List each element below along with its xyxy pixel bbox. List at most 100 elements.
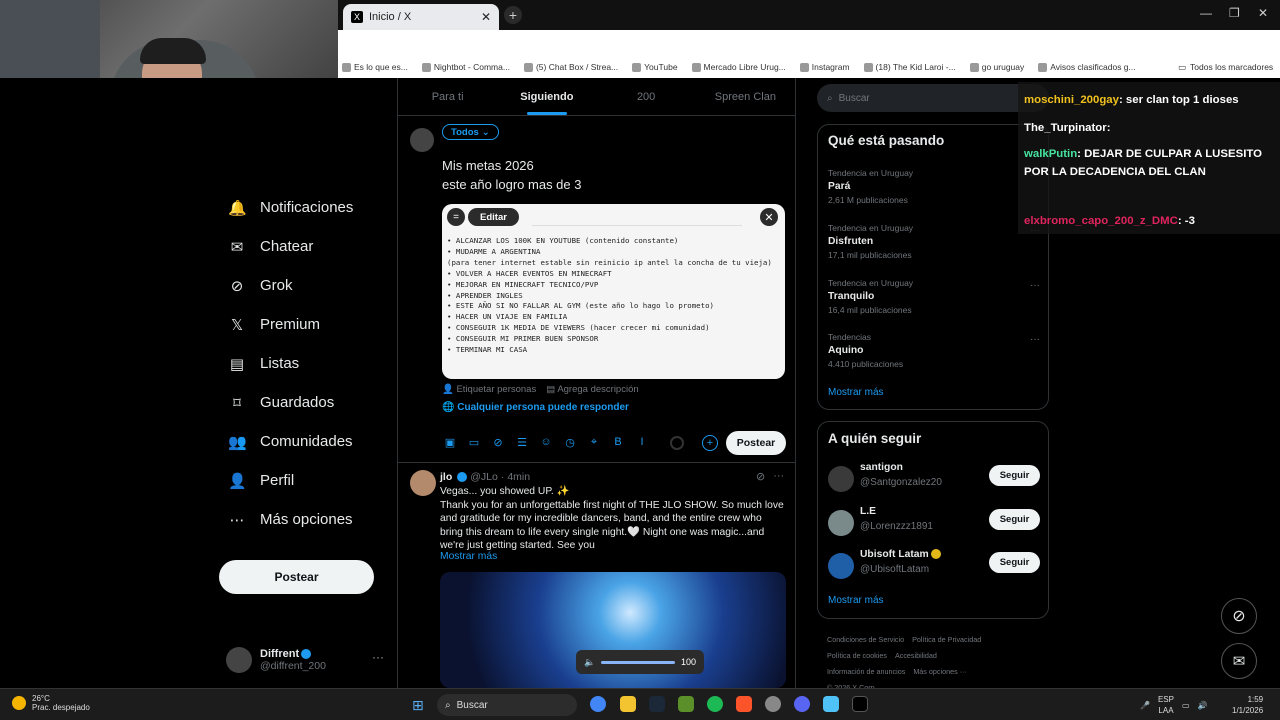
bookmark-item[interactable]: Es lo que es... xyxy=(342,62,408,72)
more-icon[interactable]: ··· xyxy=(1030,334,1040,345)
maximize-icon[interactable]: ❐ xyxy=(1229,6,1240,20)
footer-link[interactable]: Condiciones de Servicio xyxy=(827,635,904,644)
nav-item-notificaciones[interactable]: 🔔 Notificaciones xyxy=(210,188,390,227)
new-tab-button[interactable]: + xyxy=(504,6,522,24)
bookmark-item[interactable]: Mercado Libre Urug... xyxy=(691,62,786,72)
timeline-tab[interactable]: Para ti xyxy=(398,78,497,115)
post-button[interactable]: Postear xyxy=(726,431,786,455)
follow-show-more[interactable]: Mostrar más xyxy=(828,595,884,606)
audience-selector[interactable]: Todos ⌄ xyxy=(442,124,499,140)
grok-float-button[interactable]: ⊘ xyxy=(1221,598,1257,634)
image-menu-button[interactable]: = xyxy=(447,208,465,226)
search-input[interactable]: ⌕ Buscar xyxy=(817,84,1049,112)
trend-item[interactable]: Tendencia en Uruguay Disfruten 17,1 mil pu… xyxy=(828,223,1040,260)
trends-show-more[interactable]: Mostrar más xyxy=(828,387,884,398)
x-app-icon[interactable] xyxy=(852,696,868,712)
grok-icon[interactable]: ⊘ xyxy=(490,436,506,449)
nav-item-perfil[interactable]: 👤 Perfil xyxy=(210,461,390,500)
trend-item[interactable]: Tendencia en Uruguay Pará 2,61 M publicaci… xyxy=(828,168,1040,205)
italic-icon[interactable]: I xyxy=(634,436,650,449)
steam-icon[interactable] xyxy=(649,696,665,712)
bookmark-item[interactable]: (18) The Kid Laroi -... xyxy=(863,62,956,72)
account-switcher[interactable]: Diffrent @diffrent_200 ··· xyxy=(226,642,386,678)
edit-image-button[interactable]: Editar xyxy=(468,208,519,226)
follow-suggestion[interactable]: Ubisoft Latam @UbisoftLatam Seguir xyxy=(828,549,1040,585)
follow-suggestion[interactable]: santigon @Santgonzalez20 Seguir xyxy=(828,462,1040,498)
close-tab-icon[interactable]: ✕ xyxy=(481,10,491,24)
mic-icon[interactable]: 🎤 xyxy=(1140,701,1150,710)
nav-item-guardados[interactable]: ⌑ Guardados xyxy=(210,383,390,422)
emoji-icon[interactable]: ☺ xyxy=(538,436,554,449)
avatar[interactable] xyxy=(828,553,854,579)
file-explorer-icon[interactable] xyxy=(620,696,636,712)
chrome-icon[interactable] xyxy=(590,696,606,712)
footer-link[interactable]: Política de Privacidad xyxy=(912,635,981,644)
more-icon[interactable]: ··· xyxy=(1030,280,1040,291)
follow-button[interactable]: Seguir xyxy=(989,509,1040,530)
messages-float-button[interactable]: ✉ xyxy=(1221,643,1257,679)
composer-input[interactable]: Mis metas 2026 este año logro mas de 3 xyxy=(442,156,581,194)
nav-item-más-opciones[interactable]: ⋯ Más opciones xyxy=(210,500,390,539)
footer-link[interactable]: Política de cookies xyxy=(827,651,887,660)
tweet-avatar[interactable] xyxy=(410,470,436,496)
volume-icon[interactable]: 🔊 xyxy=(1198,701,1208,710)
tweet-time[interactable]: 4min xyxy=(507,471,530,483)
bookmark-item[interactable]: Nightbot - Comma... xyxy=(421,62,510,72)
avatar[interactable] xyxy=(828,510,854,536)
trend-item[interactable]: Tendencias Aquino 4.410 publicaciones ··· xyxy=(828,332,1040,369)
spotify-icon[interactable] xyxy=(707,696,723,712)
address-bar[interactable] xyxy=(338,30,1280,56)
follow-button[interactable]: Seguir xyxy=(989,552,1040,573)
nav-item-premium[interactable]: 𝕏 Premium xyxy=(210,305,390,344)
footer-link[interactable]: Información de anuncios xyxy=(827,667,905,676)
nav-item-listas[interactable]: ▤ Listas xyxy=(210,344,390,383)
nav-item-comunidades[interactable]: 👥 Comunidades xyxy=(210,422,390,461)
discord-icon[interactable] xyxy=(794,696,810,712)
taskbar-search[interactable]: ⌕ Buscar xyxy=(437,694,577,716)
grok-icon[interactable]: ⊘ xyxy=(756,470,765,483)
windows-start-icon[interactable]: ⊞ xyxy=(412,697,428,713)
brave-icon[interactable] xyxy=(736,696,752,712)
nav-item-grok[interactable]: ⊘ Grok xyxy=(210,266,390,305)
more-icon[interactable]: ··· xyxy=(372,650,384,664)
nav-item-chatear[interactable]: ✉ Chatear xyxy=(210,227,390,266)
bookmark-item[interactable]: Avisos clasificados g... xyxy=(1038,62,1136,72)
trend-item[interactable]: Tendencia en Uruguay Tranquilo 16,4 mil pu… xyxy=(828,278,1040,315)
add-post-button[interactable]: + xyxy=(702,435,718,451)
browser-tab[interactable]: X Inicio / X ✕ xyxy=(343,4,499,30)
reply-setting[interactable]: 🌐 Cualquier persona puede responder xyxy=(442,402,629,413)
timeline-tab[interactable]: Spreen Clan xyxy=(696,78,795,115)
system-clock[interactable]: 1:59 1/1/2026 xyxy=(1232,694,1263,716)
minecraft-icon[interactable] xyxy=(678,696,694,712)
volume-popup[interactable]: 🔈 100 xyxy=(576,650,704,674)
gif-icon[interactable]: ▭ xyxy=(466,436,482,449)
timeline-tab[interactable]: 200 xyxy=(597,78,696,115)
bold-icon[interactable]: B xyxy=(610,436,626,449)
close-window-icon[interactable]: ✕ xyxy=(1258,6,1268,20)
bookmark-item[interactable]: YouTube xyxy=(632,62,678,72)
poll-icon[interactable]: ☰ xyxy=(514,436,530,449)
bookmark-item[interactable]: (5) Chat Box / Strea... xyxy=(523,62,618,72)
volume-slider[interactable] xyxy=(601,660,675,664)
obs-icon[interactable] xyxy=(765,696,781,712)
add-description-link[interactable]: ▤ Agrega descripción xyxy=(546,384,638,395)
location-icon[interactable]: ⌖ xyxy=(586,436,602,449)
all-bookmarks-button[interactable]: ▭ Todos los marcadores xyxy=(1178,56,1273,78)
bookmark-item[interactable]: go uruguay xyxy=(969,62,1024,72)
footer-link[interactable]: Accesibilidad xyxy=(895,651,937,660)
follow-suggestion[interactable]: L.E @Lorenzzz1891 Seguir xyxy=(828,506,1040,542)
tweet-show-more[interactable]: Mostrar más xyxy=(440,551,497,562)
more-icon[interactable]: ··· xyxy=(773,470,784,483)
tweet-author-handle[interactable]: @JLo xyxy=(470,471,498,483)
avatar[interactable] xyxy=(828,466,854,492)
network-icon[interactable]: ▭ xyxy=(1182,701,1190,710)
minimize-icon[interactable]: — xyxy=(1200,6,1212,20)
sidebar-post-button[interactable]: Postear xyxy=(219,560,374,594)
footer-link[interactable]: Más opciones ··· xyxy=(913,667,967,676)
timeline-tab[interactable]: Siguiendo xyxy=(497,78,596,115)
tweet-author-name[interactable]: jlo xyxy=(440,471,452,483)
media-icon[interactable]: ▣ xyxy=(442,436,458,449)
remove-image-button[interactable]: ✕ xyxy=(760,208,778,226)
follow-button[interactable]: Seguir xyxy=(989,465,1040,486)
notepad-icon[interactable] xyxy=(823,696,839,712)
